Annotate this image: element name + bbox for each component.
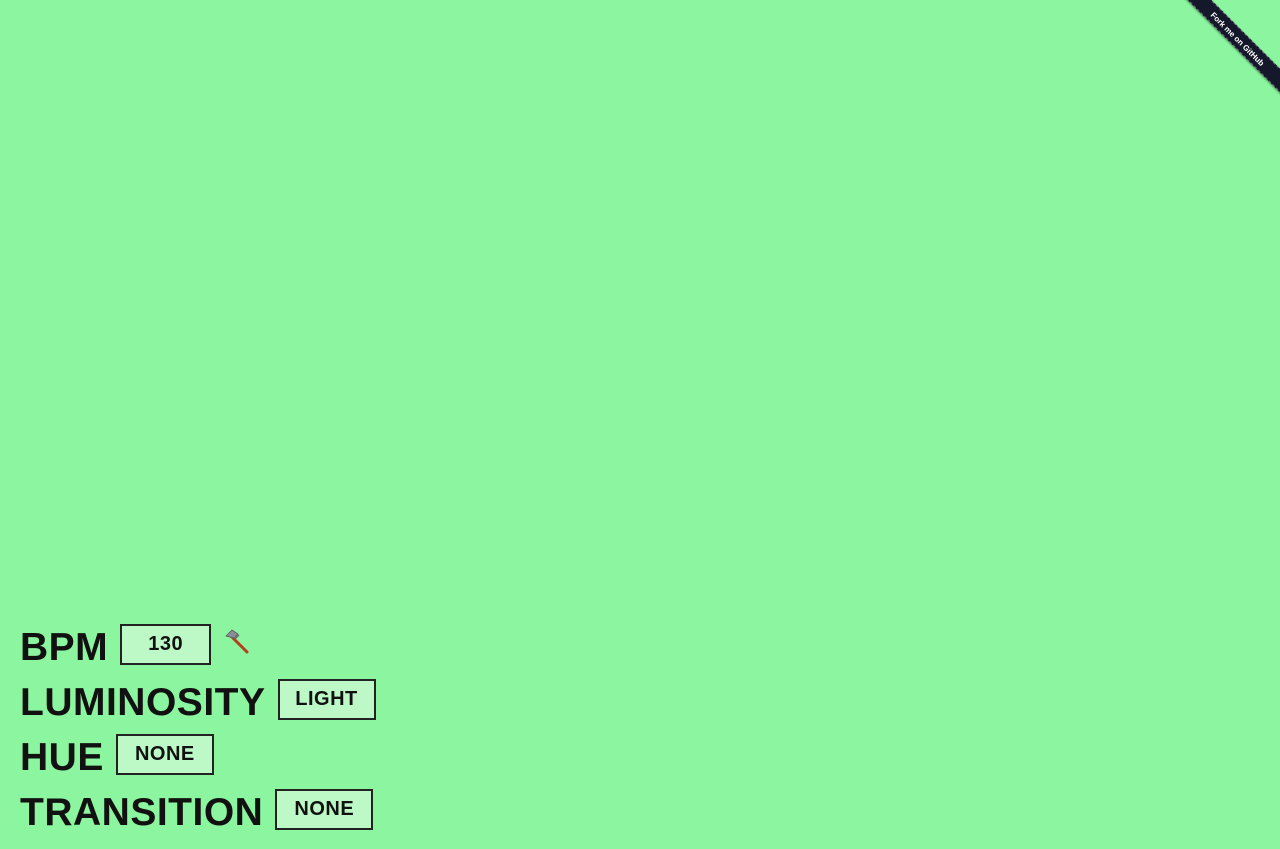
luminosity-row: LUMINOSITY LIGHT: [20, 672, 376, 727]
hue-label: HUE: [20, 736, 104, 779]
bpm-row: BPM: [20, 617, 376, 672]
bpm-label: BPM: [20, 626, 109, 669]
transition-row: TRANSITION NONE: [20, 782, 376, 837]
luminosity-label: LUMINOSITY: [20, 681, 266, 724]
transition-label: TRANSITION: [20, 791, 264, 834]
luminosity-toggle-button[interactable]: LIGHT: [277, 679, 376, 720]
transition-toggle-button[interactable]: NONE: [275, 789, 374, 830]
controls-panel: BPM LUMINOSITY LIGHT HUE NONE TRANSITION…: [20, 617, 376, 837]
hue-row: HUE NONE: [20, 727, 376, 782]
hammer-icon[interactable]: [223, 628, 251, 656]
github-ribbon-container: Fork me on GitHub: [1180, 0, 1280, 100]
hue-toggle-button[interactable]: NONE: [115, 734, 214, 775]
fork-me-on-github-ribbon[interactable]: Fork me on GitHub: [1180, 0, 1280, 100]
bpm-input[interactable]: [120, 624, 212, 665]
